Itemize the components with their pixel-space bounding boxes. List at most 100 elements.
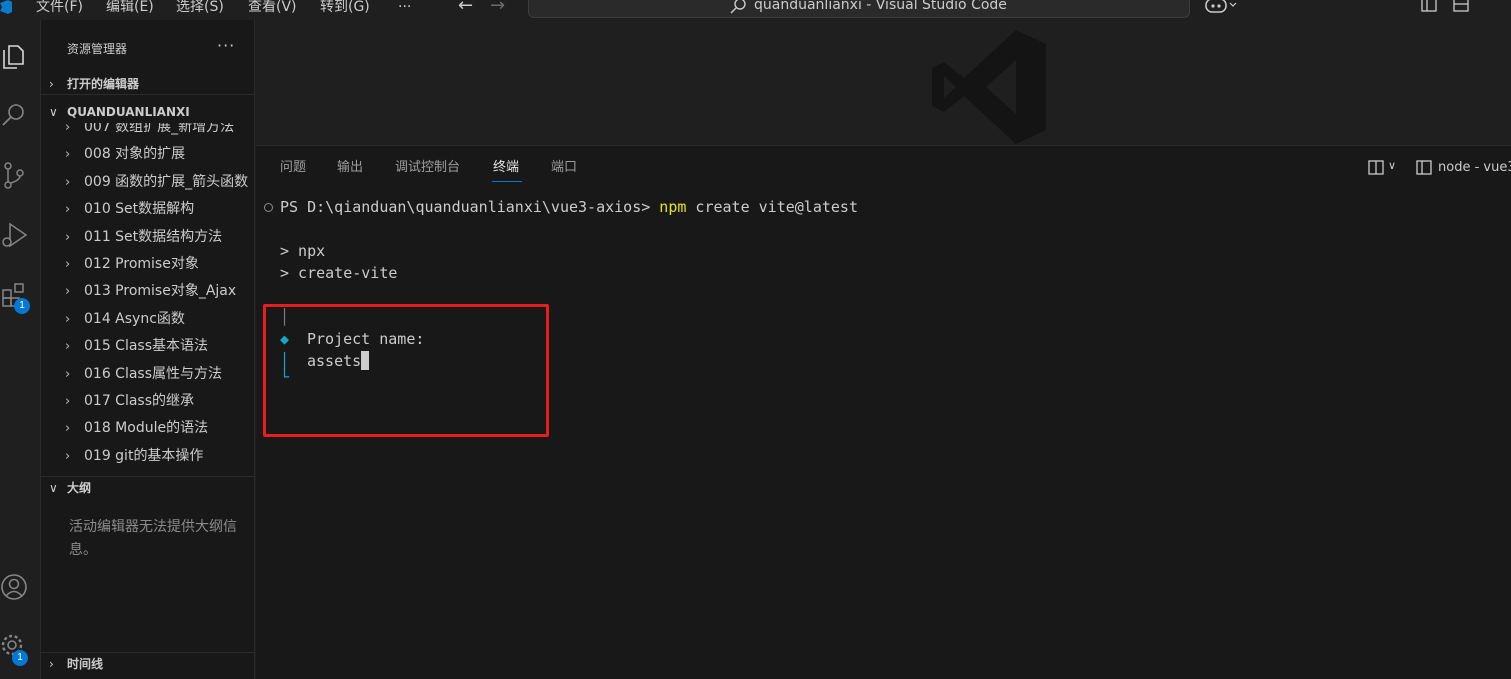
- chevron-right-icon: ›: [49, 77, 54, 91]
- folder-item[interactable]: › 015 Class基本语法: [41, 333, 254, 360]
- open-editors-header[interactable]: › 打开的编辑器: [41, 73, 254, 95]
- folder-name: 016 Class属性与方法: [84, 365, 223, 382]
- window-title: quanduanlianxi - Visual Studio Code: [754, 0, 1007, 13]
- folder-item[interactable]: › 014 Async函数: [41, 306, 254, 333]
- chevron-down-icon[interactable]: ∨: [1388, 159, 1396, 172]
- settings-badge: 1: [12, 650, 28, 666]
- chevron-right-icon: ›: [65, 256, 71, 272]
- split-terminal-icon[interactable]: [1368, 160, 1384, 175]
- tab-output[interactable]: 输出: [337, 159, 363, 177]
- chevron-right-icon: ›: [65, 284, 71, 300]
- chevron-right-icon: ›: [65, 393, 71, 409]
- folder-item[interactable]: › 011 Set数据结构方法: [41, 224, 254, 251]
- command-args: create vite@latest: [686, 198, 858, 216]
- folder-name: 010 Set数据解构: [84, 201, 195, 218]
- explorer-icon[interactable]: [0, 40, 30, 70]
- terminal-prompt: PS D:\qianduan\quanduanlianxi\vue3-axios…: [280, 198, 660, 216]
- sidebar-title: 资源管理器: [67, 42, 128, 56]
- terminal-controls: ∨ node - vue3: [1368, 158, 1511, 178]
- folder-item[interactable]: › 010 Set数据解构: [41, 196, 254, 223]
- search-icon[interactable]: [0, 100, 30, 130]
- chevron-down-icon: ∨: [49, 105, 58, 119]
- chevron-right-icon: ›: [65, 339, 71, 355]
- folder-item[interactable]: › 008 对象的扩展: [41, 141, 254, 168]
- open-editors-label: 打开的编辑器: [67, 77, 140, 91]
- tab-terminal[interactable]: 终端: [493, 159, 519, 177]
- activity-bar: 1 1: [0, 20, 41, 679]
- chevron-right-icon: ›: [65, 366, 71, 382]
- forward-arrow-icon[interactable]: →: [490, 0, 505, 16]
- folder-item[interactable]: › 013 Promise对象_Ajax: [41, 278, 254, 305]
- folder-name: 017 Class的继承: [84, 392, 195, 409]
- command-decoration-icon: [264, 203, 273, 212]
- folder-item[interactable]: › 018 Module的语法: [41, 415, 254, 442]
- folder-name: 013 Promise对象_Ajax: [84, 283, 237, 300]
- terminal-output[interactable]: PS D:\qianduan\quanduanlianxi\vue3-axios…: [256, 190, 1511, 679]
- folder-item[interactable]: › 017 Class的继承: [41, 388, 254, 415]
- chevron-right-icon: ›: [65, 123, 71, 135]
- menu-view[interactable]: 查看(V): [248, 0, 297, 17]
- terminal-name[interactable]: node - vue3: [1438, 160, 1511, 175]
- tab-ports[interactable]: 端口: [551, 159, 577, 177]
- menu-file[interactable]: 文件(F): [36, 0, 83, 17]
- folder-name: 019 git的基本操作: [84, 447, 204, 464]
- chevron-right-icon: ›: [49, 657, 54, 671]
- more-actions-button[interactable]: ···: [217, 36, 235, 55]
- editor-area: [256, 20, 1511, 145]
- copilot-icon[interactable]: [1204, 0, 1238, 14]
- folder-name: 015 Class基本语法: [84, 338, 209, 355]
- folder-name: 009 函数的扩展_箭头函数: [84, 173, 249, 190]
- folder-name: 014 Async函数: [84, 310, 185, 327]
- chevron-right-icon: ›: [65, 147, 71, 163]
- folder-item[interactable]: › 019 git的基本操作: [41, 443, 254, 468]
- folder-item[interactable]: › 016 Class属性与方法: [41, 361, 254, 388]
- chevron-right-icon: ›: [65, 421, 71, 437]
- folder-item[interactable]: › 007 数组扩展_新增方法: [41, 123, 254, 141]
- menu-go[interactable]: 转到(G): [320, 0, 370, 17]
- terminal-line-create-vite: > create-vite: [280, 264, 398, 282]
- vscode-watermark-icon: [932, 30, 1046, 144]
- vscode-logo-icon: [0, 0, 12, 14]
- folder-name: 011 Set数据结构方法: [84, 228, 223, 245]
- tab-debug-console[interactable]: 调试控制台: [395, 159, 460, 177]
- terminal-command-line: PS D:\qianduan\quanduanlianxi\vue3-axios…: [280, 196, 858, 218]
- terminal-split-icon: [1416, 160, 1432, 175]
- chevron-down-icon: ∨: [49, 481, 58, 495]
- menu-more[interactable]: ···: [398, 0, 411, 17]
- npm-command: npm: [659, 198, 687, 216]
- terminal-line-npx: > npx: [280, 242, 326, 260]
- menu-edit[interactable]: 编辑(E): [106, 0, 154, 17]
- active-tab-indicator: [492, 181, 522, 182]
- project-folder-header[interactable]: ∨ QUANDUANLIANXI: [41, 101, 254, 123]
- chevron-right-icon: ›: [65, 202, 71, 218]
- extensions-badge: 1: [14, 298, 30, 314]
- back-arrow-icon[interactable]: ←: [458, 0, 473, 16]
- title-bar: 文件(F) 编辑(E) 选择(S) 查看(V) 转到(G) ··· ← → qu…: [0, 0, 1511, 20]
- timeline-label: 时间线: [67, 657, 104, 671]
- tab-problems[interactable]: 问题: [280, 159, 306, 177]
- command-center[interactable]: quanduanlianxi - Visual Studio Code: [528, 0, 1190, 18]
- chevron-right-icon: ›: [65, 448, 71, 464]
- outline-label: 大纲: [67, 481, 92, 495]
- folder-name: 018 Module的语法: [84, 420, 209, 437]
- project-folder-label: QUANDUANLIANXI: [67, 105, 190, 119]
- folder-name: 008 对象的扩展: [84, 146, 186, 163]
- menu-selection[interactable]: 选择(S): [176, 0, 224, 17]
- chevron-right-icon: ›: [65, 174, 71, 190]
- explorer-sidebar: 资源管理器 ··· › 打开的编辑器 ∨ QUANDUANLIANXI › 007…: [41, 20, 255, 679]
- folder-item[interactable]: › 012 Promise对象: [41, 251, 254, 278]
- chevron-right-icon: ›: [65, 311, 71, 327]
- search-icon: [730, 0, 746, 14]
- folder-item[interactable]: › 009 函数的扩展_箭头函数: [41, 169, 254, 196]
- highlight-annotation: [263, 304, 549, 437]
- run-debug-icon[interactable]: [0, 220, 30, 250]
- bottom-panel: 问题 输出 调试控制台 终端 端口 ∨ node - vue3 PS D:\qi…: [256, 145, 1511, 679]
- layout-toggle-icon[interactable]: [1420, 0, 1480, 14]
- folder-name: 007 数组扩展_新增方法: [84, 123, 235, 135]
- timeline-header[interactable]: › 时间线: [41, 652, 254, 674]
- outline-header[interactable]: ∨ 大纲: [41, 476, 254, 498]
- chevron-right-icon: ›: [65, 229, 71, 245]
- account-icon[interactable]: [0, 572, 30, 602]
- source-control-icon[interactable]: [0, 160, 30, 190]
- outline-empty-message: 活动编辑器无法提供大纲信息。: [69, 519, 237, 558]
